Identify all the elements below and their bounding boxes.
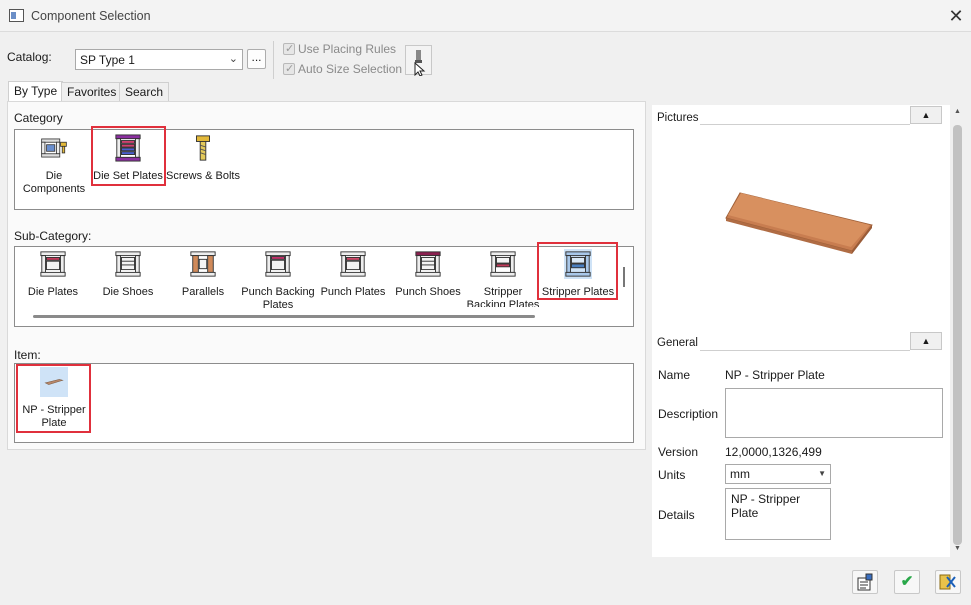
stripper-plate-preview	[725, 192, 873, 254]
punch-backing-plates-icon	[265, 251, 291, 277]
units-value: mm	[730, 467, 750, 481]
check-icon: ✔	[900, 573, 914, 590]
subcategory-item-die-shoes[interactable]: Die Shoes	[90, 249, 166, 299]
stripper-plates-icon	[564, 249, 592, 279]
subcategory-label: Stripper Backing Plates	[466, 286, 540, 307]
scroll-thumb[interactable]	[953, 125, 962, 545]
title-bar: Component Selection ✕	[0, 0, 971, 32]
category-item-screws-bolts[interactable]: Screws & Bolts	[165, 133, 241, 183]
category-title: Category	[14, 111, 63, 125]
name-label: Name	[658, 368, 691, 382]
catalog-select[interactable]: SP Type 1 ⌄	[75, 49, 243, 70]
properties-scrollbar[interactable]: ▲ ▼	[951, 105, 964, 557]
item-np-stripper-plate[interactable]: NP - Stripper Plate	[16, 367, 92, 430]
general-title: General	[657, 337, 698, 349]
properties-sheet-icon	[857, 573, 873, 591]
scroll-up-icon[interactable]: ▲	[954, 108, 961, 115]
subcategory-label: Die Shoes	[102, 286, 154, 298]
scroll-down-icon[interactable]: ▼	[954, 545, 961, 552]
punch-shoes-icon	[415, 251, 441, 277]
item-label: NP - Stripper Plate	[22, 404, 86, 429]
auto-size-selection-label: Auto Size Selection	[298, 62, 403, 76]
app-icon	[9, 9, 24, 22]
subcategory-item-punch-plates[interactable]: Punch Plates	[315, 249, 391, 299]
cancel-button[interactable]	[935, 570, 961, 594]
catalog-value: SP Type 1	[80, 53, 135, 67]
window-title: Component Selection	[31, 9, 151, 23]
subcategory-label: Parallels	[181, 286, 225, 298]
divider	[700, 350, 910, 351]
use-placing-rules-label: Use Placing Rules	[298, 42, 397, 56]
die-components-icon	[41, 138, 67, 158]
ok-button[interactable]: ✔	[894, 570, 920, 594]
die-shoes-icon	[115, 251, 141, 277]
dropdown-arrow-icon: ▼	[818, 469, 826, 478]
pictures-collapse-button[interactable]: ▲	[910, 106, 942, 124]
subcategory-item-stripper-backing-plates[interactable]: Stripper Backing Plates	[465, 249, 541, 307]
catalog-label: Catalog:	[7, 50, 52, 64]
subcategory-label: Punch Backing Plates	[241, 286, 315, 311]
chevron-down-icon: ⌄	[228, 53, 238, 65]
punch-plates-icon	[340, 251, 366, 277]
units-select[interactable]: mm ▼	[725, 464, 831, 484]
stripper-plate-thumbnail-icon	[40, 367, 68, 397]
item-list[interactable]	[14, 363, 634, 443]
description-label: Description	[658, 407, 719, 421]
subcategory-item-parallels[interactable]: Parallels	[165, 249, 241, 299]
pictures-title: Pictures	[657, 112, 699, 124]
subcategory-label: Punch Shoes	[395, 286, 461, 298]
category-label: Die Components	[22, 170, 86, 195]
close-icon[interactable]: ✕	[944, 4, 968, 28]
subcategory-label: Die Plates	[27, 286, 79, 298]
separator	[273, 41, 274, 79]
exit-icon	[939, 574, 956, 590]
version-value: 12,0000,1326,499	[725, 445, 822, 459]
properties-button[interactable]	[852, 570, 878, 594]
tab-search[interactable]: Search	[119, 82, 170, 101]
category-label: Die Set Plates	[93, 170, 163, 182]
subcategory-label: Punch Plates	[320, 286, 386, 298]
subcategory-item-stripper-plates[interactable]: Stripper Plates	[540, 249, 616, 299]
place-tool-button[interactable]	[405, 45, 432, 77]
pointer-cursor-icon	[414, 50, 426, 77]
horizontal-scrollbar[interactable]	[33, 315, 535, 318]
screw-bolt-icon	[196, 135, 210, 161]
description-field[interactable]	[725, 388, 943, 438]
vertical-scroll-thumb[interactable]	[623, 267, 625, 287]
category-item-die-set-plates[interactable]: Die Set Plates	[90, 133, 166, 183]
name-value: NP - Stripper Plate	[725, 368, 825, 382]
divider	[700, 124, 910, 125]
auto-size-selection-checkbox[interactable]	[283, 62, 295, 75]
subcategory-item-punch-shoes[interactable]: Punch Shoes	[390, 249, 466, 299]
details-label: Details	[658, 508, 695, 522]
version-label: Version	[658, 445, 699, 459]
item-title: Item:	[14, 348, 41, 362]
use-placing-rules-checkbox[interactable]	[283, 42, 295, 55]
stripper-backing-plates-icon	[490, 251, 516, 277]
details-field[interactable]: NP - Stripper Plate	[725, 488, 831, 540]
parallels-icon	[190, 251, 216, 277]
subcategory-label: Stripper Plates	[541, 286, 615, 298]
catalog-browse-button[interactable]: ...	[247, 49, 266, 69]
die-plates-icon	[40, 251, 66, 277]
subcategory-title: Sub-Category:	[14, 229, 92, 243]
category-item-die-components[interactable]: Die Components	[16, 133, 92, 196]
category-label: Screws & Bolts	[166, 170, 240, 182]
tab-favorites[interactable]: Favorites	[61, 82, 123, 101]
subcategory-item-die-plates[interactable]: Die Plates	[15, 249, 91, 299]
general-collapse-button[interactable]: ▲	[910, 332, 942, 350]
die-set-plates-icon	[115, 134, 141, 162]
subcategory-item-punch-backing-plates[interactable]: Punch Backing Plates	[240, 249, 316, 312]
tab-by-type[interactable]: By Type	[8, 81, 64, 102]
units-label: Units	[658, 468, 686, 482]
